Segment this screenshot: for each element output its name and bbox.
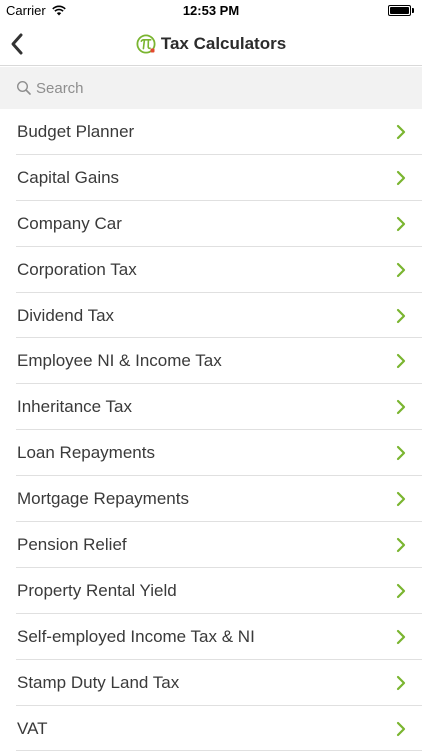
chevron-right-icon bbox=[396, 629, 406, 644]
list-item-label: VAT bbox=[17, 718, 48, 738]
list-item-label: Pension Relief bbox=[17, 535, 127, 555]
chevron-right-icon bbox=[396, 446, 406, 461]
list-item-label: Dividend Tax bbox=[17, 305, 115, 325]
chevron-right-icon bbox=[396, 354, 406, 369]
chevron-right-icon bbox=[396, 170, 406, 185]
list-item-label: Property Rental Yield bbox=[17, 580, 177, 600]
pi-logo-icon bbox=[136, 34, 156, 54]
chevron-right-icon bbox=[396, 583, 406, 599]
list-item-label: Stamp Duty Land Tax bbox=[17, 672, 180, 692]
list-item-label: Employee NI & Income Tax bbox=[17, 351, 222, 371]
navigation-bar: Tax Calculators bbox=[0, 22, 422, 66]
chevron-right-icon bbox=[396, 308, 406, 323]
list-item-label: Budget Planner bbox=[17, 122, 135, 141]
chevron-right-icon bbox=[396, 675, 406, 690]
page-title: Tax Calculators bbox=[160, 34, 287, 53]
status-bar: Carrier 12:53 PM bbox=[0, 0, 422, 22]
search-icon bbox=[16, 80, 31, 95]
list-item-label: Loan Repayments bbox=[17, 443, 155, 463]
list-item-label: Company Car bbox=[17, 213, 122, 233]
chevron-right-icon bbox=[396, 537, 406, 553]
chevron-right-icon bbox=[396, 124, 406, 140]
chevron-right-icon bbox=[396, 492, 406, 507]
list-item[interactable]: Mortgage Repayments bbox=[0, 476, 422, 523]
list-item[interactable]: Budget Planner bbox=[0, 109, 422, 155]
battery-icon bbox=[388, 5, 414, 17]
chevron-right-icon bbox=[396, 262, 406, 277]
list-item[interactable]: Capital Gains bbox=[0, 155, 422, 201]
chevron-right-icon bbox=[396, 216, 406, 231]
list-item-label: Self-employed Income Tax & NI bbox=[17, 626, 255, 646]
list-item[interactable]: Company Car bbox=[0, 201, 422, 247]
search-input[interactable] bbox=[36, 76, 406, 100]
list-item[interactable]: Loan Repayments bbox=[0, 430, 422, 477]
list-item[interactable]: VAT bbox=[0, 706, 422, 751]
list-item[interactable]: Property Rental Yield bbox=[0, 568, 422, 614]
list-item-label: Corporation Tax bbox=[17, 259, 137, 279]
nav-title-group: Tax Calculators bbox=[0, 22, 422, 66]
list-item-label: Capital Gains bbox=[17, 167, 120, 187]
calculator-list: Budget Planner Capital Gains Company Car Co… bbox=[0, 109, 422, 751]
clock-time: 12:53 PM bbox=[182, 3, 240, 18]
list-item-label: Inheritance Tax bbox=[17, 397, 132, 417]
list-item[interactable]: Corporation Tax bbox=[0, 247, 422, 293]
list-item[interactable]: Stamp Duty Land Tax bbox=[0, 660, 422, 706]
list-item[interactable]: Inheritance Tax bbox=[0, 384, 422, 431]
list-item-label: Mortgage Repayments bbox=[17, 489, 189, 509]
list-item[interactable]: Pension Relief bbox=[0, 522, 422, 568]
list-item[interactable]: Employee NI & Income Tax bbox=[0, 338, 422, 385]
list-item[interactable]: Self-employed Income Tax & NI bbox=[0, 614, 422, 660]
chevron-right-icon bbox=[396, 400, 406, 415]
list-item[interactable]: Dividend Tax bbox=[0, 293, 422, 339]
search-bar bbox=[0, 67, 422, 109]
chevron-right-icon bbox=[396, 721, 406, 736]
